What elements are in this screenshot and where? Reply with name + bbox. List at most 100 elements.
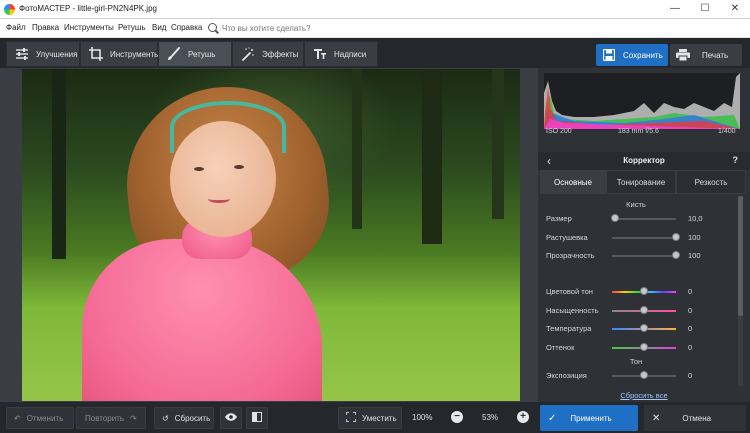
apply-button[interactable]: ✓ Применить xyxy=(540,405,638,431)
app-window: ФотоМАСТЕР - little-girl-PN2N4PK.jpg — ☐… xyxy=(0,0,750,433)
slider-handle[interactable] xyxy=(672,232,680,241)
menu-view[interactable]: Вид xyxy=(152,23,166,32)
tab-label: Надписи xyxy=(334,49,367,59)
slider-track[interactable] xyxy=(612,218,676,220)
reset-all-link[interactable]: Сбросить все xyxy=(538,391,750,400)
panel-scrollbar[interactable] xyxy=(738,196,743,386)
slider-label: Размер xyxy=(546,214,572,223)
compare-button[interactable] xyxy=(246,407,268,429)
slider-value: 0 xyxy=(688,287,693,296)
slider-row-brush: Растушевка 100 xyxy=(546,232,732,244)
crop-icon xyxy=(89,47,103,61)
save-button[interactable]: Сохранить xyxy=(596,44,668,66)
scrollbar-thumb[interactable] xyxy=(738,196,743,316)
slider-handle[interactable] xyxy=(640,342,648,351)
slider-row-brush: Размер 10,0 xyxy=(546,213,732,225)
menu-help[interactable]: Справка xyxy=(171,23,202,32)
tab-captions[interactable]: Надписи xyxy=(304,41,378,67)
tab-enhancements[interactable]: Улучшения xyxy=(6,41,80,67)
panel-title: Корректор xyxy=(623,156,665,165)
close-icon: ✕ xyxy=(652,412,661,424)
slider-row-color: Оттенок 0 xyxy=(546,342,732,354)
search-icon[interactable] xyxy=(208,23,217,32)
command-search-input[interactable] xyxy=(222,22,352,34)
help-icon[interactable]: ? xyxy=(733,155,739,165)
slider-row-color: Цветовой тон 0 xyxy=(546,286,732,298)
tab-effects[interactable]: Эффекты xyxy=(232,41,304,67)
slider-handle[interactable] xyxy=(640,324,648,332)
close-button[interactable]: ✕ xyxy=(720,0,750,19)
panel-tabs: Основные Тонирование Резкость xyxy=(538,170,750,194)
minimize-button[interactable]: — xyxy=(660,0,690,19)
tab-basic[interactable]: Основные xyxy=(540,170,606,194)
undo-icon: ↶ xyxy=(14,413,21,423)
zoom-level: 53% xyxy=(482,413,499,422)
slider-label: Температура xyxy=(546,324,592,333)
slider-track[interactable] xyxy=(612,255,676,257)
zoom-out-button[interactable]: − xyxy=(451,411,463,423)
menu-edit[interactable]: Правка xyxy=(32,23,59,32)
slider-track[interactable] xyxy=(612,236,676,239)
tab-label: Ретушь xyxy=(188,49,216,59)
apply-label: Применить xyxy=(570,413,612,423)
image-canvas[interactable] xyxy=(0,68,538,402)
preview-eye-button[interactable] xyxy=(220,407,242,429)
slider-label: Растушевка xyxy=(546,232,588,242)
slider-handle[interactable] xyxy=(640,287,648,295)
brush-icon xyxy=(167,47,181,61)
slider-label: Цветовой тон xyxy=(546,287,593,296)
slider-label: Оттенок xyxy=(546,342,575,352)
tab-toning[interactable]: Тонирование xyxy=(606,170,676,194)
slider-handle[interactable] xyxy=(640,371,648,379)
slider-value: 0 xyxy=(688,305,693,315)
eye-icon xyxy=(225,413,237,423)
slider-handle[interactable] xyxy=(640,305,648,314)
fit-label: Уместить xyxy=(362,413,397,423)
slider-row-tone: Экспозиция 0 xyxy=(546,370,732,382)
tab-tools[interactable]: Инструменты xyxy=(80,41,160,67)
printer-icon xyxy=(676,49,690,62)
floppy-disk-icon xyxy=(602,48,616,62)
iso-value: ISO 200 xyxy=(546,128,572,135)
checkmark-icon: ✓ xyxy=(548,412,557,424)
exif-info: ISO 200 183 mm f/5.6 1/400 xyxy=(546,128,740,140)
slider-handle[interactable] xyxy=(672,251,680,259)
slider-label: Экспозиция xyxy=(546,371,587,380)
histogram xyxy=(544,73,740,129)
window-title: ФотоМАСТЕР - little-girl-PN2N4PK.jpg xyxy=(19,4,157,13)
slider-value: 10,0 xyxy=(688,214,703,223)
fit-to-screen-button[interactable]: Уместить xyxy=(338,407,402,429)
slider-value: 100 xyxy=(688,232,701,242)
side-panel: ISO 200 183 mm f/5.6 1/400 ‹ Корректор ?… xyxy=(538,68,750,402)
zoom-100-button[interactable]: 100% xyxy=(412,413,432,422)
sliders-icon xyxy=(15,47,29,61)
tone-section-title: Тон xyxy=(629,357,643,366)
brush-section-title: Кисть xyxy=(626,200,646,209)
reset-icon: ↺ xyxy=(162,413,169,423)
tab-retouch[interactable]: Ретушь xyxy=(158,41,232,67)
zoom-in-button[interactable]: + xyxy=(517,411,529,423)
cancel-button[interactable]: ✕ Отмена xyxy=(644,405,746,431)
panel-header: ‹ Корректор ? xyxy=(538,152,750,170)
tab-label: Улучшения xyxy=(36,49,78,59)
redo-icon: ↷ xyxy=(130,413,137,423)
redo-button[interactable]: Повторить ↷ xyxy=(76,407,146,429)
main-toolbar: Улучшения Инструменты Ретушь Эффекты Над… xyxy=(0,38,750,68)
tab-label: Инструменты xyxy=(110,49,160,59)
undo-label: Отменить xyxy=(26,413,64,423)
app-logo-icon xyxy=(4,4,15,15)
menu-tools[interactable]: Инструменты xyxy=(64,23,114,32)
undo-button[interactable]: ↶ Отменить xyxy=(6,407,74,429)
reset-button[interactable]: ↺ Сбросить xyxy=(154,407,214,429)
photo[interactable] xyxy=(22,69,520,401)
print-button[interactable]: Печать xyxy=(670,44,742,66)
slider-row-color: Температура 0 xyxy=(546,323,732,335)
slider-label: Насыщенность xyxy=(546,305,599,315)
menu-bar: Файл Правка Инструменты Ретушь Вид Справ… xyxy=(0,19,750,38)
tab-sharpness[interactable]: Резкость xyxy=(676,170,746,194)
menu-retouch[interactable]: Ретушь xyxy=(118,23,146,32)
menu-file[interactable]: Файл xyxy=(6,23,26,32)
slider-handle[interactable] xyxy=(611,214,620,222)
print-label: Печать xyxy=(702,50,729,60)
maximize-button[interactable]: ☐ xyxy=(690,0,720,19)
